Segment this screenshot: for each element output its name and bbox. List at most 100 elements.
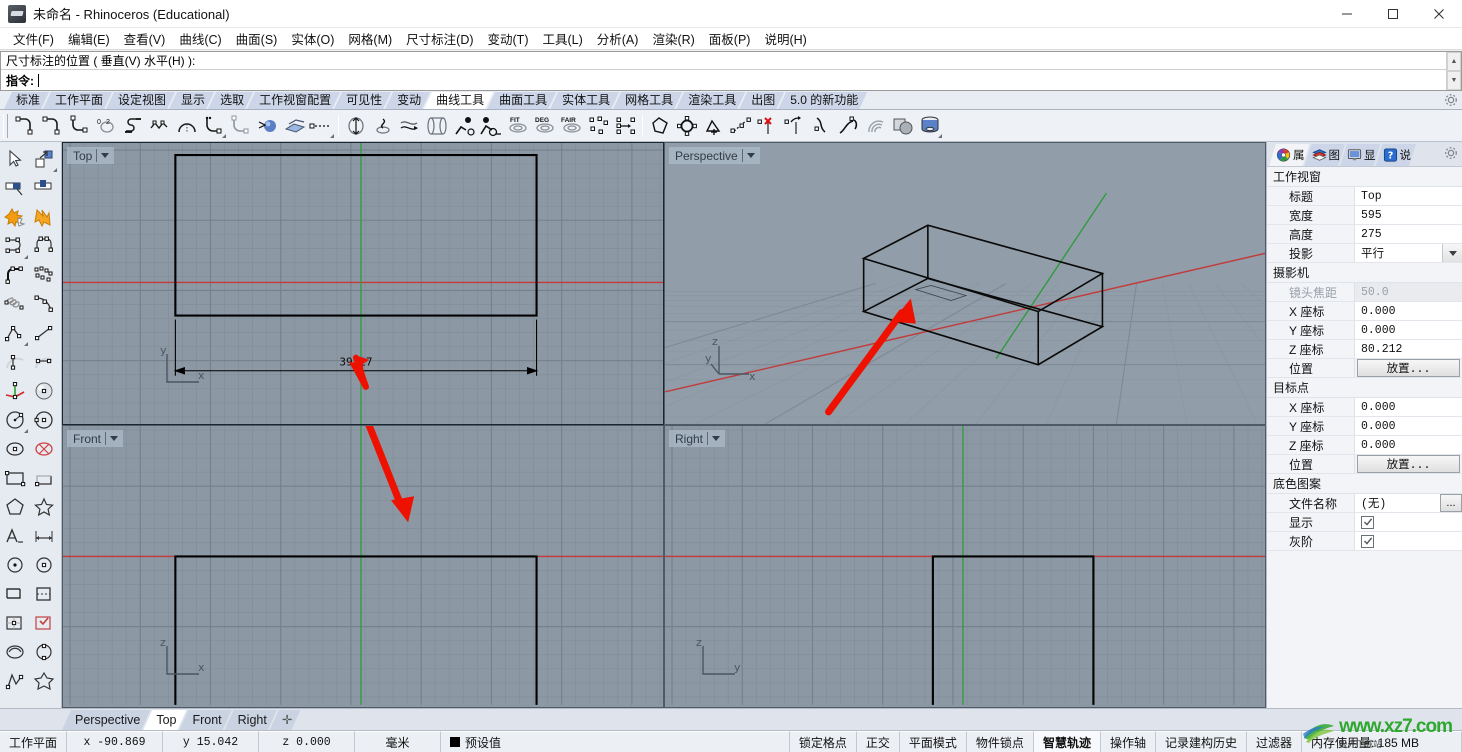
select-window-icon[interactable] — [29, 144, 58, 173]
menu-solid[interactable]: 实体(O) — [284, 27, 341, 50]
show-wallpaper-checkbox[interactable] — [1361, 515, 1374, 529]
dim-icon[interactable] — [29, 521, 58, 550]
curve-cp-icon[interactable] — [0, 231, 29, 260]
status-layer[interactable]: 预设值 — [441, 731, 790, 752]
property-row-show[interactable]: 显示 — [1267, 513, 1462, 532]
viewport-tab-right[interactable]: Right — [225, 710, 277, 730]
curve-degree-icon[interactable]: DEG — [531, 112, 558, 139]
menu-dimension[interactable]: 尺寸标注(D) — [399, 27, 480, 50]
property-value-title[interactable]: Top — [1355, 187, 1462, 205]
curve-from-points-icon[interactable] — [308, 112, 335, 139]
property-value-projection[interactable]: 平行 — [1355, 244, 1442, 262]
ellipse-icon[interactable] — [0, 434, 29, 463]
arc-center-icon[interactable] — [0, 347, 29, 376]
property-value-camera-x[interactable]: 0.000 — [1355, 302, 1462, 320]
viewport-tab-perspective[interactable]: Perspective — [62, 710, 150, 730]
property-row-target-place[interactable]: 位置 放置... — [1267, 455, 1462, 474]
rect-plane-icon[interactable] — [0, 579, 29, 608]
panel-options-gear-icon[interactable] — [1444, 146, 1458, 163]
property-row-grayscale[interactable]: 灰阶 — [1267, 532, 1462, 551]
property-value-width[interactable]: 595 — [1355, 206, 1462, 224]
menu-view[interactable]: 查看(V) — [117, 27, 173, 50]
surface-edit-icon[interactable] — [0, 608, 29, 637]
curve-control-points-icon[interactable] — [119, 112, 146, 139]
menu-curve[interactable]: 曲线(C) — [172, 27, 228, 50]
rectangle-icon[interactable] — [0, 463, 29, 492]
sweep-icon[interactable] — [29, 637, 58, 666]
status-toggle-smarttrack[interactable]: 智慧轨迹 — [1033, 731, 1101, 752]
interp-curve-icon[interactable] — [0, 260, 29, 289]
sphere-icon[interactable] — [29, 376, 58, 405]
close-button[interactable] — [1416, 0, 1462, 28]
point-icon[interactable] — [0, 550, 29, 579]
menu-render[interactable]: 渲染(R) — [645, 27, 701, 50]
curve-points-on-icon[interactable] — [585, 112, 612, 139]
toolbar-tab-surfacetools[interactable]: 曲面工具 — [487, 92, 556, 109]
lightning-icon[interactable] — [29, 202, 58, 231]
rectangle-corner-icon[interactable] — [29, 463, 58, 492]
panel-tab-help[interactable]: ? 说 — [1376, 144, 1417, 166]
axis-icon[interactable] — [0, 376, 29, 405]
maximize-button[interactable] — [1370, 0, 1416, 28]
property-row-width[interactable]: 宽度 595 — [1267, 206, 1462, 225]
menu-analyze[interactable]: 分析(A) — [590, 27, 646, 50]
curve-circle-points-icon[interactable] — [673, 112, 700, 139]
property-value-target-x[interactable]: 0.000 — [1355, 398, 1462, 416]
curve-rebuild-icon[interactable] — [342, 112, 369, 139]
property-value-filename[interactable]: (无) — [1355, 494, 1440, 512]
property-row-target-x[interactable]: X 座标 0.000 — [1267, 398, 1462, 417]
property-value-camera-y[interactable]: 0.000 — [1355, 321, 1462, 339]
camera-place-button[interactable]: 放置... — [1357, 359, 1460, 377]
curve-on-surface-icon[interactable] — [254, 112, 281, 139]
right-viewport[interactable]: Right z y — [664, 425, 1266, 708]
circle-icon[interactable] — [0, 405, 29, 434]
curve-add-point-icon[interactable] — [700, 112, 727, 139]
curve-trim-icon[interactable] — [477, 112, 504, 139]
property-row-target-y[interactable]: Y 座标 0.000 — [1267, 417, 1462, 436]
point-grid-icon[interactable] — [29, 550, 58, 579]
right-viewport-label-dropdown[interactable]: Right — [669, 430, 726, 447]
projection-dropdown-button[interactable] — [1442, 244, 1462, 262]
property-row-projection[interactable]: 投影 平行 — [1267, 244, 1462, 263]
curve-point-edit-icon[interactable] — [612, 112, 639, 139]
curve-boolean-icon[interactable] — [889, 112, 916, 139]
patch-icon[interactable] — [29, 666, 58, 695]
toolbar-tab-select[interactable]: 选取 — [208, 92, 253, 109]
point-cloud-icon[interactable] — [29, 260, 58, 289]
property-row-target-z[interactable]: Z 座标 0.000 — [1267, 436, 1462, 455]
ellipse-2-icon[interactable] — [29, 434, 58, 463]
spiral-icon[interactable] — [29, 289, 58, 318]
property-row-title[interactable]: 标题 Top — [1267, 187, 1462, 206]
menu-surface[interactable]: 曲面(S) — [229, 27, 285, 50]
command-scroll-down[interactable]: ▼ — [1447, 71, 1461, 90]
menu-mesh[interactable]: 网格(M) — [341, 27, 399, 50]
curve-split-icon[interactable] — [808, 112, 835, 139]
toolbar-tab-standard[interactable]: 标准 — [4, 92, 49, 109]
toolbar-tab-viewportcfg[interactable]: 工作视窗配置 — [247, 92, 340, 109]
grayscale-wallpaper-checkbox[interactable] — [1361, 534, 1374, 548]
toolbar-tab-layout[interactable]: 出图 — [739, 92, 784, 109]
text-icon[interactable] — [0, 521, 29, 550]
perspective-viewport[interactable]: Perspective z y x — [664, 142, 1266, 425]
property-row-camera-y[interactable]: Y 座标 0.000 — [1267, 321, 1462, 340]
property-row-camera-place[interactable]: 位置 放置... — [1267, 359, 1462, 378]
property-row-camera-z[interactable]: Z 座标 80.212 — [1267, 340, 1462, 359]
polyline-corner-icon[interactable] — [38, 112, 65, 139]
viewport-tab-front[interactable]: Front — [179, 710, 231, 730]
toolbar-tab-curvetools[interactable]: 曲线工具 — [424, 92, 493, 109]
curve-fair-icon[interactable]: FAIR — [558, 112, 585, 139]
line-icon[interactable] — [29, 318, 58, 347]
status-toggle-gumball[interactable]: 操作轴 — [1100, 731, 1156, 752]
curve-fillet-icon[interactable] — [423, 112, 450, 139]
panel-tab-properties[interactable]: 属 — [1269, 144, 1310, 166]
toolbar-tab-rendertools[interactable]: 渲染工具 — [676, 92, 745, 109]
status-toggle-ortho[interactable]: 正交 — [856, 731, 900, 752]
front-viewport-label-dropdown[interactable]: Front — [67, 430, 124, 447]
property-row-camera-x[interactable]: X 座标 0.000 — [1267, 302, 1462, 321]
curve-interpolate-icon[interactable]: 02 — [92, 112, 119, 139]
property-value-height[interactable]: 275 — [1355, 225, 1462, 243]
polyline-icon[interactable] — [0, 318, 29, 347]
status-units[interactable]: 毫米 — [355, 731, 442, 752]
curve-direction-icon[interactable] — [781, 112, 808, 139]
menu-tools[interactable]: 工具(L) — [535, 27, 589, 50]
